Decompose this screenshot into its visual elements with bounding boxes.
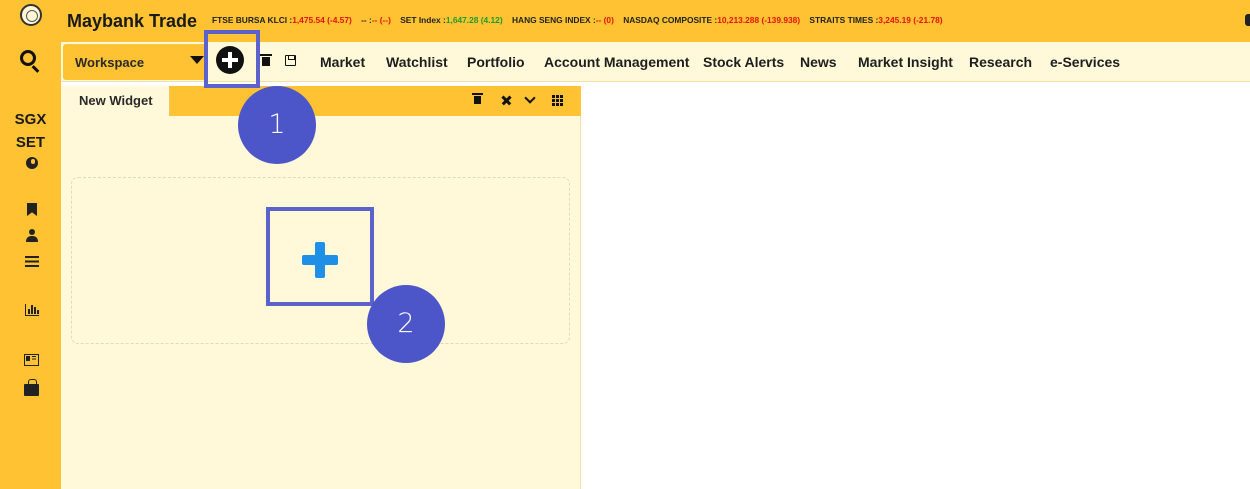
sidebar-item-set[interactable]: SET	[0, 134, 61, 151]
maybank-logo-icon	[20, 4, 42, 26]
menu-market-insight[interactable]: Market Insight	[858, 54, 953, 70]
widget-grid-icon[interactable]	[552, 95, 563, 106]
ticker-item[interactable]: SET Index :1,647.28 (4.12)	[400, 15, 502, 25]
menu-watchlist[interactable]: Watchlist	[386, 54, 448, 70]
widget-trash-icon[interactable]	[472, 93, 483, 104]
menu-portfolio[interactable]: Portfolio	[467, 54, 525, 70]
ticker-item[interactable]: HANG SENG INDEX :-- (0)	[512, 15, 614, 25]
step-badge-2: 2	[367, 285, 445, 363]
menu-news[interactable]: News	[800, 54, 837, 70]
globe-icon[interactable]	[26, 157, 38, 169]
ticker-item[interactable]: STRAITS TIMES :3,245.19 (-21.78)	[809, 15, 942, 25]
menu-e-services[interactable]: e-Services	[1050, 54, 1120, 70]
caret-down-icon[interactable]	[190, 56, 204, 64]
profile-icon[interactable]	[1245, 14, 1250, 26]
list-icon[interactable]	[25, 256, 39, 267]
shopping-bag-icon[interactable]	[24, 379, 39, 396]
step-badge-1: 1	[238, 86, 316, 164]
market-ticker: FTSE BURSA KLCI :1,475.54 (-4.57) -- :--…	[212, 15, 950, 25]
ticker-item[interactable]: -- :-- (--)	[361, 15, 391, 25]
search-icon[interactable]	[20, 50, 36, 66]
user-icon[interactable]	[26, 229, 38, 242]
widget-chevron-down-icon[interactable]	[524, 92, 536, 104]
save-icon[interactable]	[285, 55, 296, 66]
menu-research[interactable]: Research	[969, 54, 1032, 70]
highlight-box-2	[266, 207, 374, 306]
sidebar-item-sgx[interactable]: SGX	[0, 111, 61, 128]
menu-account-management[interactable]: Account Management	[544, 54, 689, 70]
app-root: SGX SET Maybank Trade FTSE BURSA KLCI :1…	[0, 0, 1250, 489]
widget-header: New Widget	[61, 86, 581, 116]
ticker-item[interactable]: FTSE BURSA KLCI :1,475.54 (-4.57)	[212, 15, 352, 25]
workspace-dropdown[interactable]: Workspace	[63, 44, 207, 80]
bookmark-icon[interactable]	[27, 203, 37, 216]
brand-title: Maybank Trade	[67, 11, 198, 31]
bar-chart-icon[interactable]	[25, 304, 39, 316]
widget-tab[interactable]: New Widget	[61, 86, 170, 116]
highlight-box-1	[204, 30, 260, 88]
ticker-item[interactable]: NASDAQ COMPOSITE :10,213.288 (-139.938)	[623, 15, 800, 25]
newspaper-icon[interactable]	[24, 354, 39, 366]
menu-market[interactable]: Market	[320, 54, 365, 70]
trash-icon[interactable]	[260, 54, 272, 66]
left-sidebar: SGX SET	[0, 0, 61, 489]
widget-expand-icon[interactable]	[501, 95, 512, 106]
menu-stock-alerts[interactable]: Stock Alerts	[703, 54, 784, 70]
workspace-label: Workspace	[75, 55, 145, 70]
widget-tab-label: New Widget	[79, 93, 153, 108]
